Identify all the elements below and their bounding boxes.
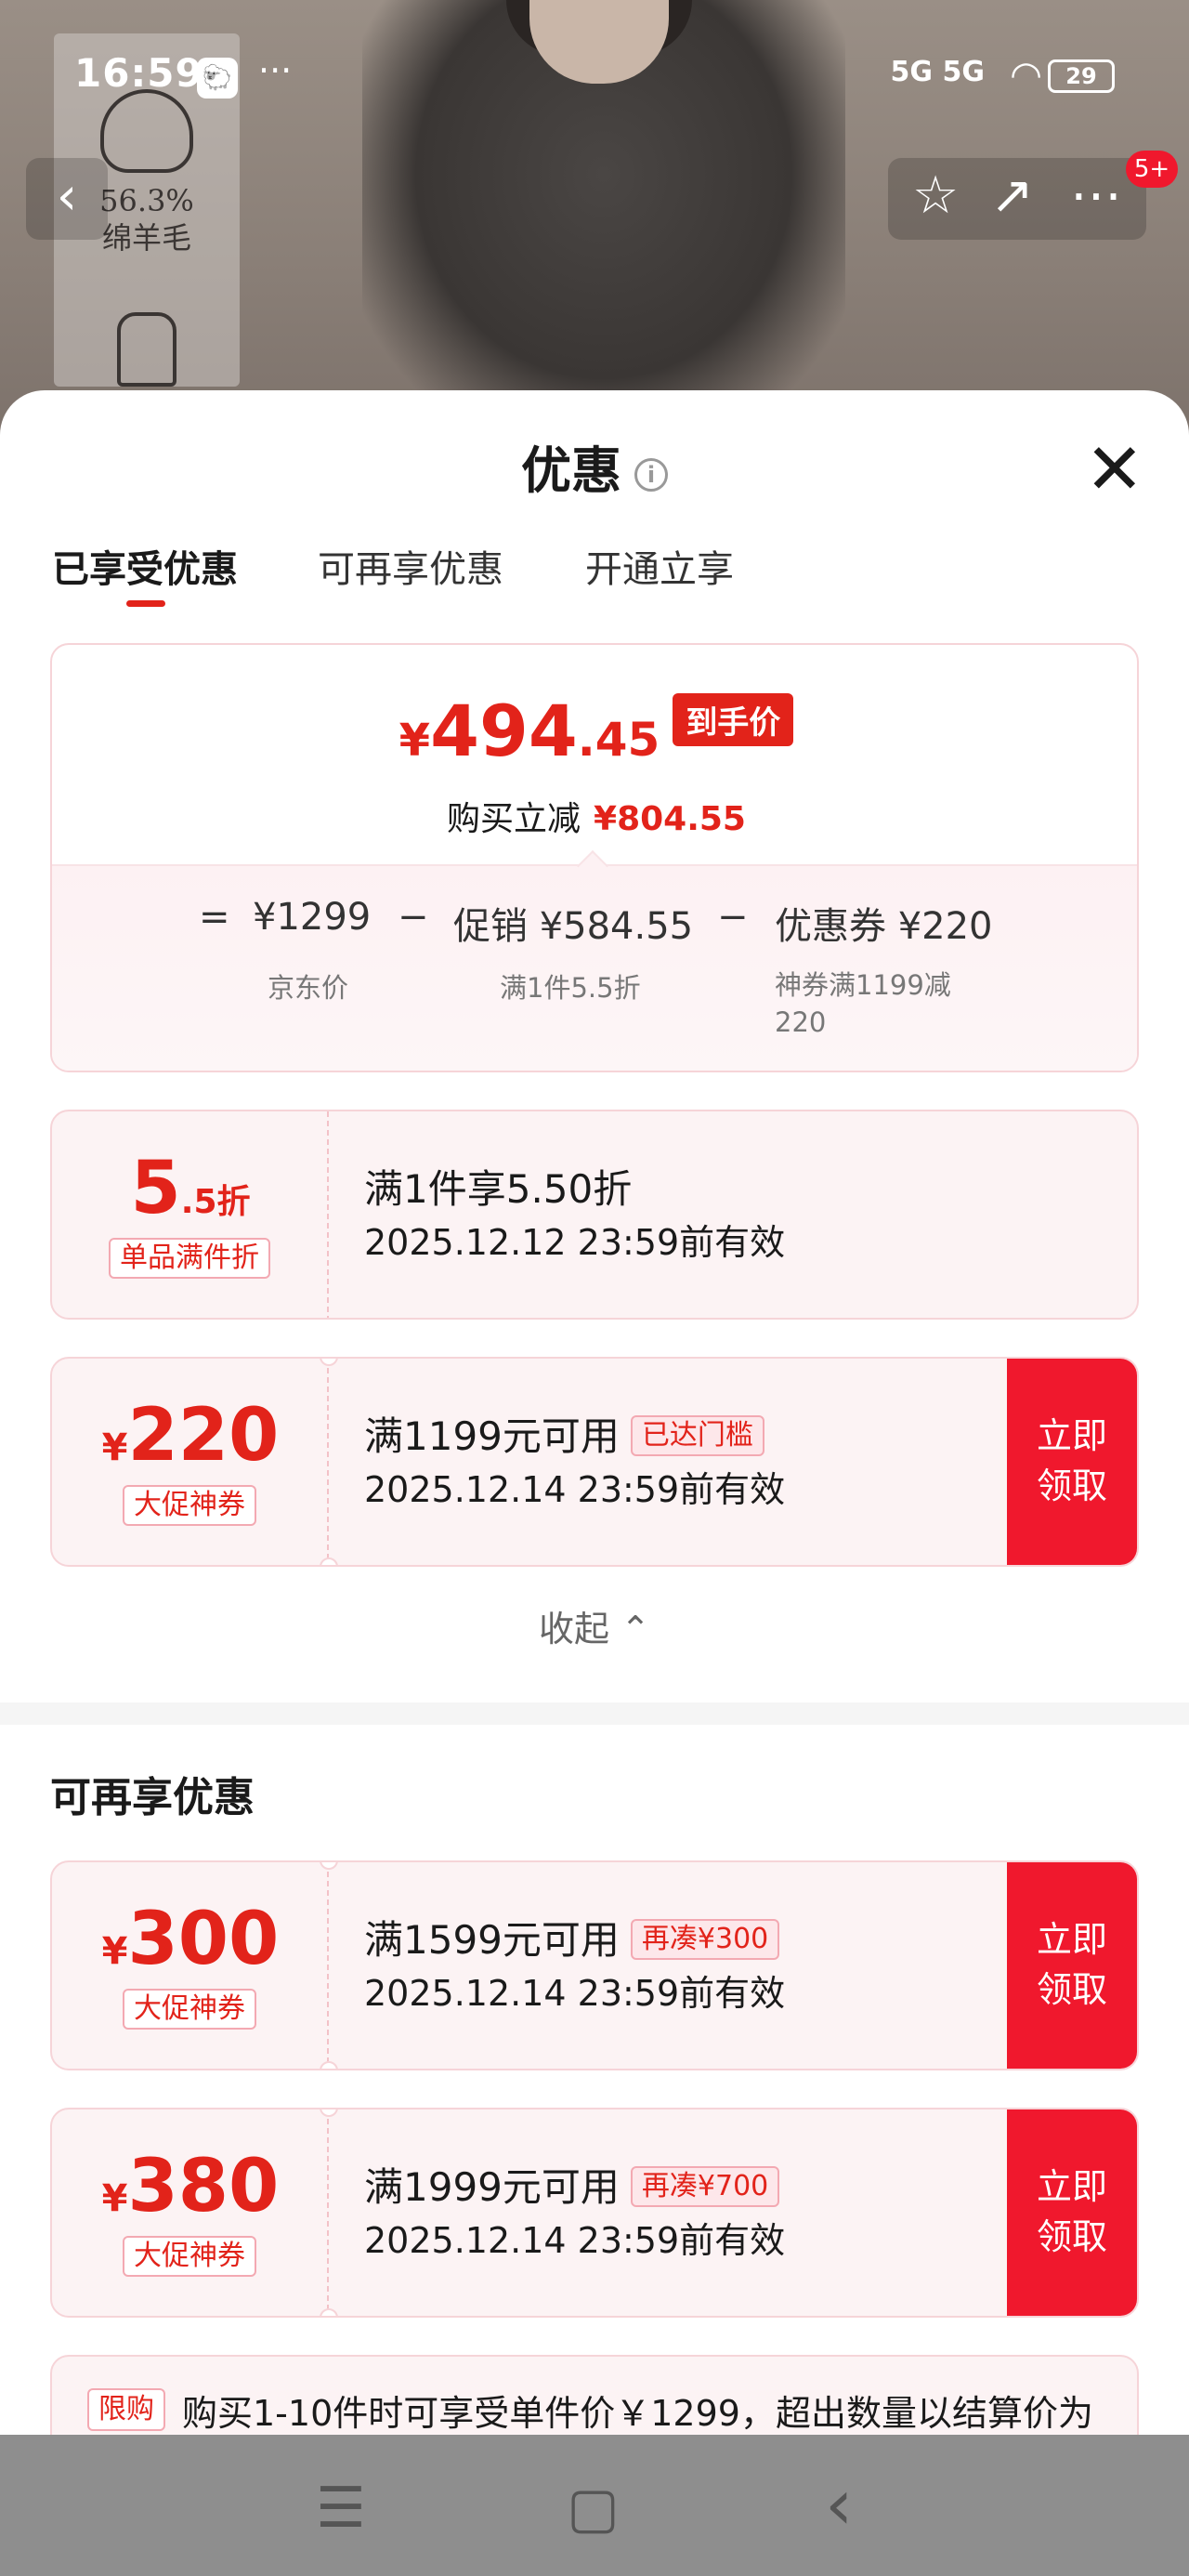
app-notification-icon: 🐑 — [197, 58, 238, 99]
product-top-nav: ‹ ☆ ↗ ⋯ 5+ — [0, 151, 1189, 242]
coupon-validity: 2025.12.14 23:59前有效 — [364, 1469, 786, 1510]
info-icon[interactable]: i — [634, 458, 668, 492]
coupon-amount: 300 — [127, 1898, 280, 1981]
coupon-notch — [320, 2061, 338, 2069]
coupon-condition: 满1199元可用 已达门槛 — [364, 1405, 764, 1462]
coupon-value: 5.5折 单品满件折 — [52, 1111, 329, 1318]
tab-enjoyed[interactable]: 已享受优惠 — [52, 539, 238, 593]
coupon-currency: ¥ — [101, 2177, 128, 2220]
threshold-met-chip: 已达门槛 — [630, 1415, 764, 1456]
home-icon[interactable]: ▢ — [567, 2476, 620, 2541]
coupon-kind: 大促神券 — [123, 2236, 256, 2277]
alpaca-icon — [117, 312, 176, 387]
coupon-condition-text: 满1599元可用 — [364, 1917, 620, 1963]
limit-tag: 限购 — [87, 2388, 165, 2431]
coupon-validity: 2025.12.12 23:59前有效 — [364, 1222, 786, 1263]
discount-sheet: 优惠 i ✕ 已享受优惠 可再享优惠 开通立享 ¥494.45 到手价 购买立减 ¥8… — [0, 390, 1189, 2576]
coupon-condition: 满1件享5.50折 — [364, 1166, 633, 1212]
final-price-decimal: .45 — [577, 713, 660, 767]
caption-coupon: 神券满1199减220 — [775, 969, 951, 1038]
status-bar: 16:59 🐑 ··· 5G 5G ◠ 29 — [0, 37, 1189, 121]
coupon-currency: ¥ — [101, 1426, 128, 1469]
add-more-chip: 再凑¥700 — [630, 2166, 780, 2207]
tab-more-available[interactable]: 可再享优惠 — [318, 539, 503, 593]
final-price-currency: ¥ — [399, 715, 431, 767]
coupon-card-discount: 5.5折 单品满件折 满1件享5.50折 2025.12.12 23:59前有效 — [50, 1110, 1139, 1320]
coupon-card-220: ¥220 大促神券 满1199元可用 已达门槛 2025.12.14 23:59前… — [50, 1357, 1139, 1567]
price-formula: = ¥1299 − 促销 ¥584.55 − 优惠券 ¥220 京东价 满1件5… — [52, 864, 1137, 1071]
claim-coupon-button[interactable]: 立即 领取 — [1007, 1359, 1137, 1565]
limit-text: 购买1-10件时可享受单件价￥1299，超出数量以结算价为 — [182, 2393, 1093, 2434]
coupon-amount-suffix: .5折 — [180, 1183, 251, 1221]
top-actions: ☆ ↗ ⋯ — [888, 158, 1146, 240]
collapse-button[interactable]: 收起 ⌃ — [0, 1600, 1189, 1651]
coupon-kind: 大促神券 — [123, 1989, 256, 2030]
final-price: ¥494.45 到手价 — [52, 690, 1137, 772]
formula-jd-price: ¥1299 — [253, 896, 372, 939]
add-more-chip: 再凑¥300 — [630, 1919, 780, 1960]
coupon-validity: 2025.12.14 23:59前有效 — [364, 2220, 786, 2261]
caption-promo: 满1件5.5折 — [500, 972, 641, 1004]
section-divider — [0, 1702, 1189, 1725]
coupon-amount: 380 — [127, 2145, 280, 2228]
formula-equals: = — [199, 896, 230, 939]
coupon-condition: 满1599元可用 再凑¥300 — [364, 1909, 780, 1965]
signal-icon: 5G 5G — [890, 56, 985, 88]
instant-reduction: 购买立减 ¥804.55 — [52, 792, 1137, 840]
coupon-value: ¥300 大促神券 — [52, 1862, 329, 2069]
menu-icon[interactable]: ☰ — [316, 2476, 366, 2541]
wifi-icon: ◠ — [1010, 54, 1042, 97]
section-title-more-discounts: 可再享优惠 — [50, 1774, 255, 1821]
back-button[interactable]: ‹ — [26, 158, 108, 240]
coupon-kind: 大促神券 — [123, 1485, 256, 1526]
coupon-currency: ¥ — [101, 1930, 128, 1973]
coupon-kind: 单品满件折 — [109, 1238, 270, 1279]
reduction-label: 购买立减 — [447, 800, 581, 838]
coupon-notch — [320, 1557, 338, 1565]
coupon-amount: 5 — [130, 1147, 181, 1230]
tab-active-indicator — [126, 600, 165, 607]
formula-promo: 促销 ¥584.55 — [453, 905, 694, 948]
final-price-tag: 到手价 — [673, 693, 794, 746]
coupon-condition-text: 满1199元可用 — [364, 1413, 620, 1459]
favorite-star-icon[interactable]: ☆ — [912, 165, 959, 226]
share-icon[interactable]: ↗ — [990, 165, 1034, 226]
formula-minus: − — [398, 896, 429, 939]
status-time: 16:59 — [74, 50, 203, 96]
coupon-value: ¥220 大促神券 — [52, 1359, 329, 1565]
back-icon[interactable]: ‹ — [825, 2463, 853, 2545]
sheet-title-text: 优惠 — [521, 441, 621, 500]
price-summary-card: ¥494.45 到手价 购买立减 ¥804.55 = ¥1299 − 促销 ¥584… — [50, 643, 1139, 1072]
message-count-badge: 5+ — [1126, 151, 1178, 188]
reduction-value: ¥804.55 — [594, 800, 746, 838]
sheet-title: 优惠 i — [0, 429, 1189, 503]
coupon-card-300: ¥300 大促神券 满1599元可用 再凑¥300 2025.12.14 23:5… — [50, 1860, 1139, 2070]
claim-coupon-button[interactable]: 立即 领取 — [1007, 1862, 1137, 2069]
coupon-value: ¥380 大促神券 — [52, 2109, 329, 2316]
tab-open-to-enjoy[interactable]: 开通立享 — [585, 539, 734, 593]
close-icon[interactable]: ✕ — [1085, 434, 1144, 505]
more-notifications-icon: ··· — [258, 50, 293, 91]
coupon-amount: 220 — [127, 1394, 280, 1478]
formula-coupon: 优惠券 ¥220 — [775, 905, 993, 948]
system-nav-bar: ☰ ▢ ‹ — [0, 2435, 1189, 2576]
coupon-card-380: ¥380 大促神券 满1999元可用 再凑¥700 2025.12.14 23:5… — [50, 2108, 1139, 2318]
caption-jd-price: 京东价 — [268, 972, 349, 1004]
coupon-validity: 2025.12.14 23:59前有效 — [364, 1973, 786, 2014]
more-icon[interactable]: ⋯ — [1070, 165, 1122, 226]
coupon-condition-text: 满1999元可用 — [364, 2164, 620, 2210]
coupon-notch — [320, 2308, 338, 2316]
formula-minus: − — [717, 896, 749, 939]
final-price-integer: 494 — [430, 690, 578, 772]
coupon-condition: 满1999元可用 再凑¥700 — [364, 2156, 780, 2213]
claim-coupon-button[interactable]: 立即 领取 — [1007, 2109, 1137, 2316]
battery-icon: 29 — [1048, 59, 1115, 93]
